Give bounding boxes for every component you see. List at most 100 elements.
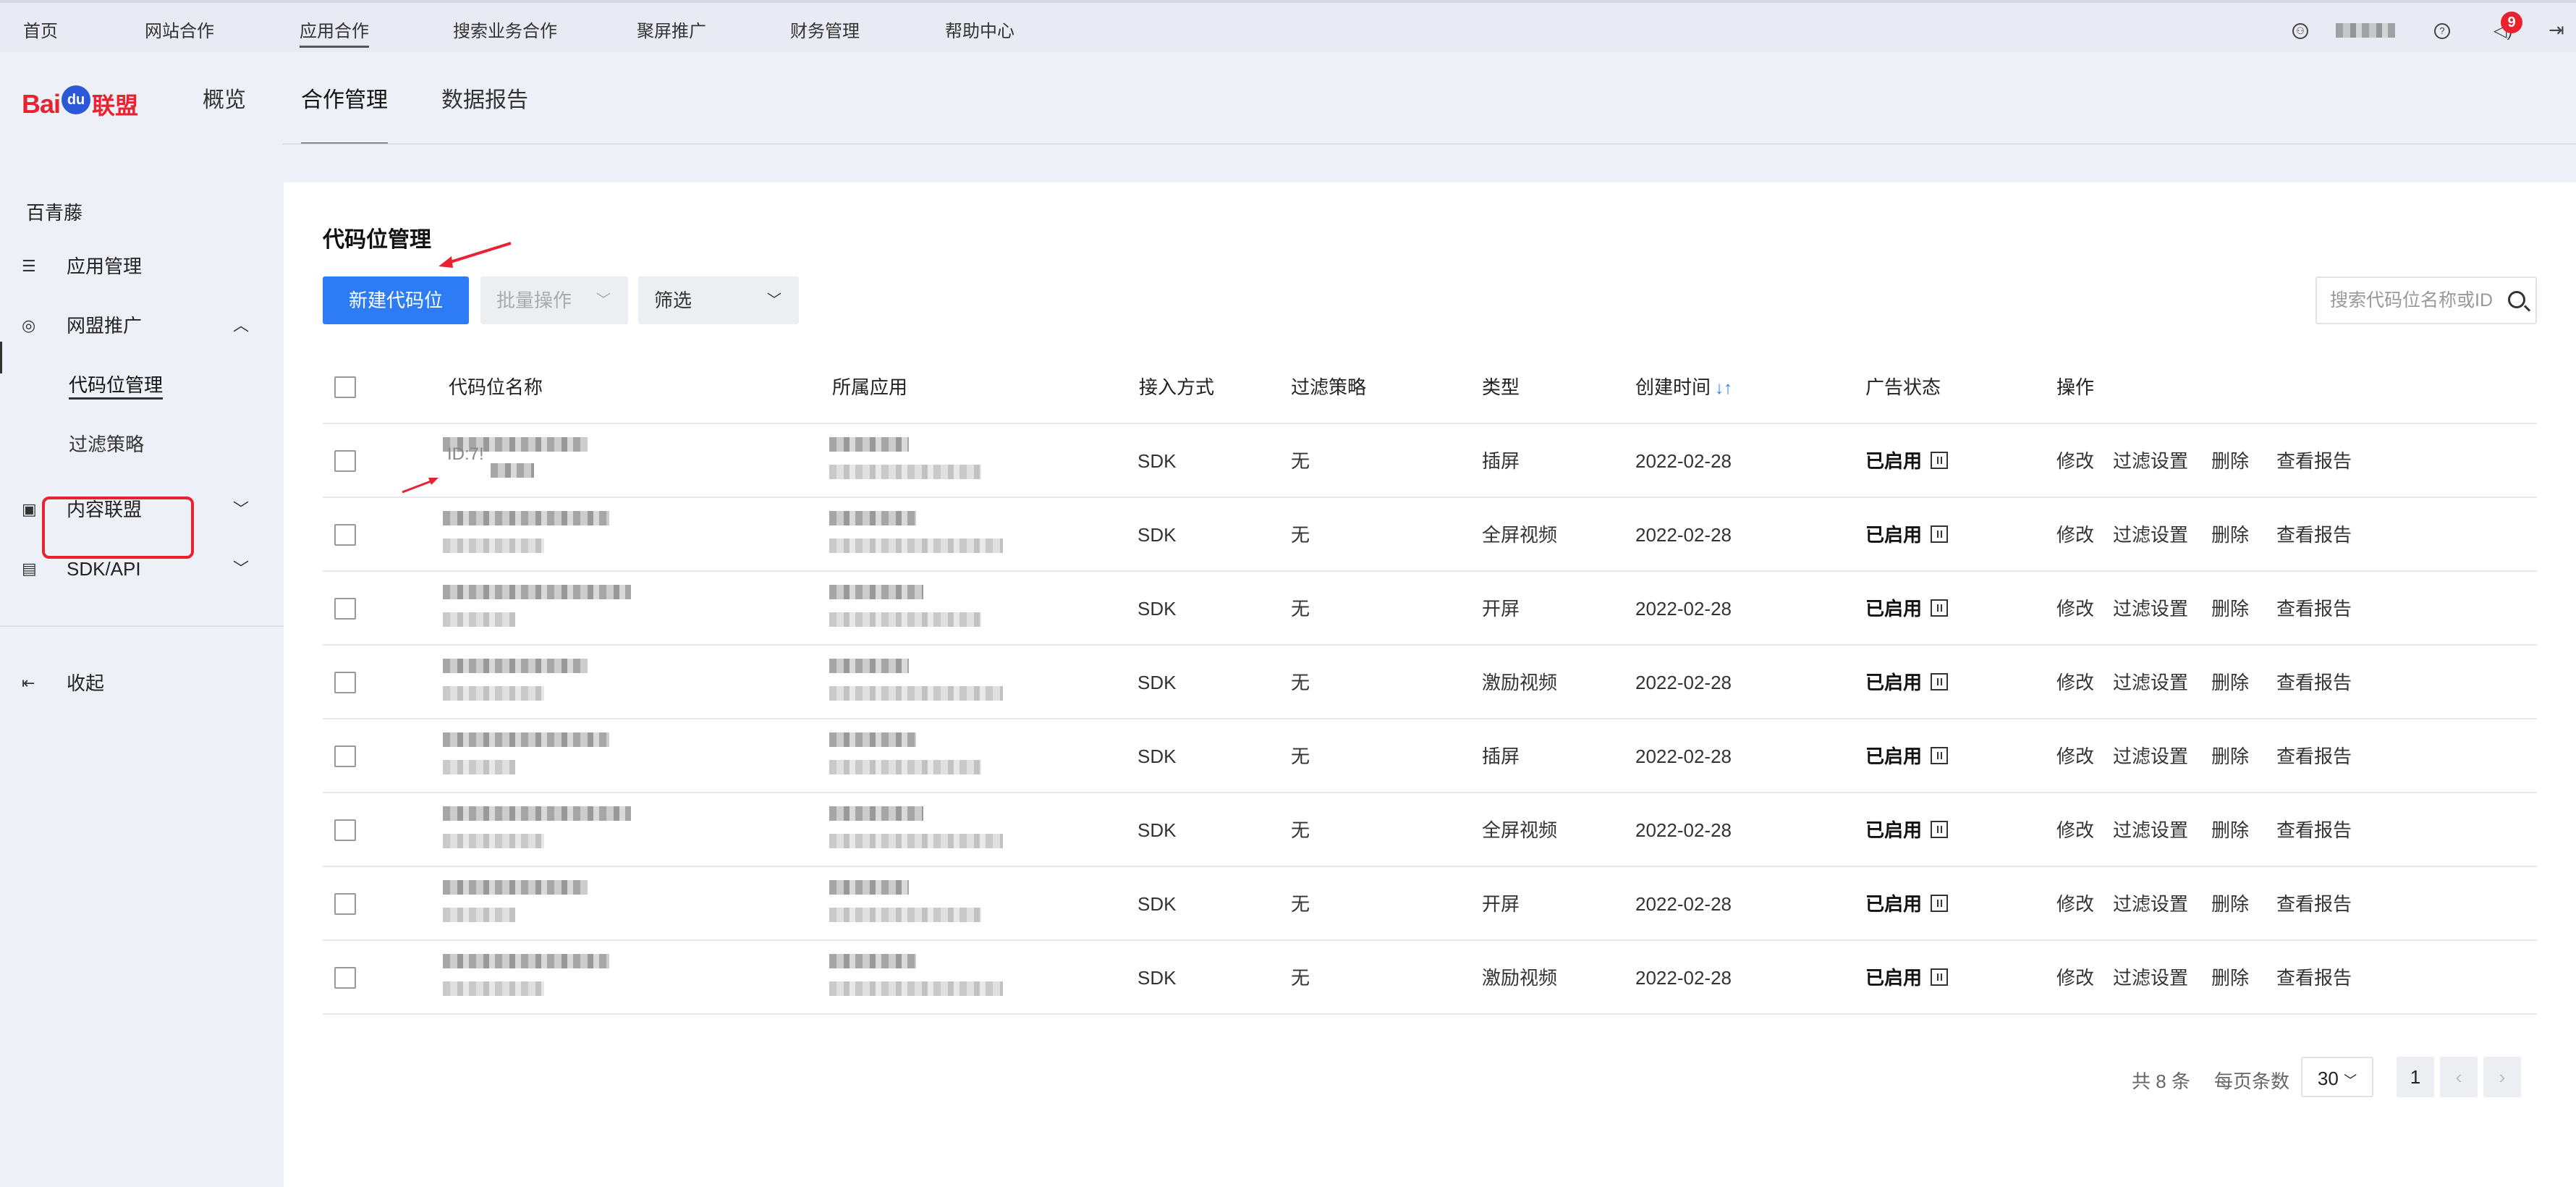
- username-blurred[interactable]: [2336, 23, 2395, 38]
- col-created-label: 创建时间: [1635, 376, 1711, 398]
- action-1-link[interactable]: 过滤设置: [2113, 646, 2188, 719]
- topnav-website[interactable]: 网站合作: [145, 19, 214, 48]
- action-0-link[interactable]: 修改: [2056, 572, 2094, 646]
- action-3-link[interactable]: 查看报告: [2276, 424, 2352, 498]
- sidebar-item-content-union[interactable]: ▣ 内容联盟 ﹀: [0, 488, 284, 531]
- action-1-link[interactable]: 过滤设置: [2113, 424, 2188, 498]
- row-checkbox[interactable]: [334, 819, 356, 841]
- action-0-link[interactable]: 修改: [2056, 793, 2094, 867]
- baidu-union-logo[interactable]: Bai du 联盟: [22, 83, 138, 126]
- action-3-link[interactable]: 查看报告: [2276, 646, 2352, 719]
- action-3-link[interactable]: 查看报告: [2276, 719, 2352, 793]
- table-row: SDK 无 全屏视频 2022-02-28 已启用 修改 过滤设置 删除 查看报告: [323, 498, 2537, 572]
- action-2-link[interactable]: 删除: [2211, 646, 2249, 719]
- action-2-link[interactable]: 删除: [2211, 572, 2249, 646]
- next-page-button[interactable]: ›: [2483, 1057, 2521, 1097]
- action-3-link[interactable]: 查看报告: [2276, 572, 2352, 646]
- ad-type: 激励视频: [1482, 967, 1558, 989]
- sidebar-collapse[interactable]: ⇤ 收起: [0, 662, 284, 705]
- topnav-app[interactable]: 应用合作: [300, 19, 369, 48]
- table-row: SDK 无 全屏视频 2022-02-28 已启用 修改 过滤设置 删除 查看报告: [323, 793, 2537, 867]
- app-redacted: [829, 437, 909, 452]
- pause-icon[interactable]: [1931, 895, 1949, 913]
- action-2-link[interactable]: 删除: [2211, 719, 2249, 793]
- action-3-link[interactable]: 查看报告: [2276, 941, 2352, 1015]
- ad-status: 已启用: [1865, 793, 1949, 867]
- action-3-link[interactable]: 查看报告: [2276, 498, 2352, 572]
- action-3-link[interactable]: 查看报告: [2276, 867, 2352, 941]
- sidebar-divider: [0, 625, 284, 627]
- prev-page-button[interactable]: ‹: [2440, 1057, 2478, 1097]
- help-icon[interactable]: ?: [2434, 23, 2450, 39]
- user-icon[interactable]: ⚇: [2292, 23, 2308, 39]
- row-checkbox[interactable]: [334, 598, 356, 620]
- row-checkbox[interactable]: [334, 524, 356, 546]
- action-1-link[interactable]: 过滤设置: [2113, 719, 2188, 793]
- action-1-link[interactable]: 过滤设置: [2113, 867, 2188, 941]
- row-checkbox[interactable]: [334, 672, 356, 693]
- logout-icon[interactable]: ⇥: [2549, 19, 2564, 41]
- sidebar-subitem-filter[interactable]: 过滤策略: [69, 423, 144, 466]
- ad-status: 已启用: [1865, 424, 1949, 498]
- sidebar-item-union-promo[interactable]: ◎ 网盟推广 ︿: [0, 304, 284, 347]
- pause-icon[interactable]: [1931, 452, 1949, 470]
- topnav-home[interactable]: 首页: [23, 19, 58, 48]
- sidebar-account[interactable]: 百青藤: [0, 191, 284, 235]
- action-0-link[interactable]: 修改: [2056, 646, 2094, 719]
- row-checkbox[interactable]: [334, 893, 356, 915]
- tab-report[interactable]: 数据报告: [441, 83, 528, 145]
- page-1-button[interactable]: 1: [2397, 1057, 2434, 1097]
- search-input[interactable]: 搜索代码位名称或ID: [2316, 276, 2537, 324]
- row-checkbox[interactable]: [334, 450, 356, 472]
- pause-icon[interactable]: [1931, 673, 1949, 691]
- pause-icon[interactable]: [1931, 968, 1949, 987]
- action-0-link[interactable]: 修改: [2056, 424, 2094, 498]
- action-0-link[interactable]: 修改: [2056, 719, 2094, 793]
- topnav-finance[interactable]: 财务管理: [790, 19, 860, 48]
- action-0-link[interactable]: 修改: [2056, 498, 2094, 572]
- sort-icon[interactable]: ↓↑: [1715, 379, 1732, 398]
- action-0-link[interactable]: 修改: [2056, 941, 2094, 1015]
- tab-overview[interactable]: 概览: [203, 83, 246, 145]
- chevron-down-icon: ﹀: [232, 500, 249, 518]
- sidebar-item-sdk-api[interactable]: ▤ SDK/API ﹀: [0, 547, 284, 591]
- tab-cooperation[interactable]: 合作管理: [301, 83, 388, 145]
- created-time: 2022-02-28: [1635, 524, 1732, 546]
- col-created[interactable]: 创建时间 ↓↑: [1635, 350, 1732, 424]
- batch-operation-dropdown[interactable]: 批量操作 ﹀: [480, 276, 628, 324]
- search-icon[interactable]: [2508, 291, 2525, 308]
- select-all-checkbox[interactable]: [334, 376, 356, 398]
- action-1-link[interactable]: 过滤设置: [2113, 498, 2188, 572]
- action-0-link[interactable]: 修改: [2056, 867, 2094, 941]
- sidebar-item-app-manage[interactable]: ☰ 应用管理: [0, 245, 284, 288]
- action-2-link[interactable]: 删除: [2211, 867, 2249, 941]
- new-code-position-button[interactable]: 新建代码位: [323, 276, 469, 324]
- pause-icon[interactable]: [1931, 599, 1949, 617]
- action-1-link[interactable]: 过滤设置: [2113, 572, 2188, 646]
- filter-dropdown[interactable]: 筛选 ﹀: [638, 276, 799, 324]
- sidebar-subitem-code-position[interactable]: 代码位管理: [69, 363, 164, 407]
- action-2-link[interactable]: 删除: [2211, 941, 2249, 1015]
- row-checkbox[interactable]: [334, 745, 356, 767]
- action-1-link[interactable]: 过滤设置: [2113, 793, 2188, 867]
- pause-icon[interactable]: [1931, 747, 1949, 765]
- pause-icon[interactable]: [1931, 525, 1949, 544]
- row-checkbox[interactable]: [334, 967, 356, 989]
- ad-status: 已启用: [1865, 719, 1949, 793]
- action-1-link[interactable]: 过滤设置: [2113, 941, 2188, 1015]
- pause-icon[interactable]: [1931, 821, 1949, 839]
- action-2-link[interactable]: 删除: [2211, 424, 2249, 498]
- action-2-link[interactable]: 删除: [2211, 793, 2249, 867]
- topnav-screen[interactable]: 聚屏推广: [637, 19, 706, 48]
- page-size-select[interactable]: 30 ﹀: [2301, 1057, 2373, 1097]
- action-3-link[interactable]: 查看报告: [2276, 793, 2352, 867]
- topnav-help[interactable]: 帮助中心: [945, 19, 1014, 48]
- ad-status-label: 已启用: [1865, 745, 1923, 767]
- action-2-link[interactable]: 删除: [2211, 498, 2249, 572]
- col-type: 类型: [1482, 376, 1520, 398]
- name-redacted: [443, 806, 631, 821]
- topnav-search[interactable]: 搜索业务合作: [453, 19, 557, 48]
- name-sub-redacted: [443, 760, 515, 774]
- chevron-down-icon: ﹀: [767, 292, 781, 308]
- id-redacted: [491, 463, 534, 478]
